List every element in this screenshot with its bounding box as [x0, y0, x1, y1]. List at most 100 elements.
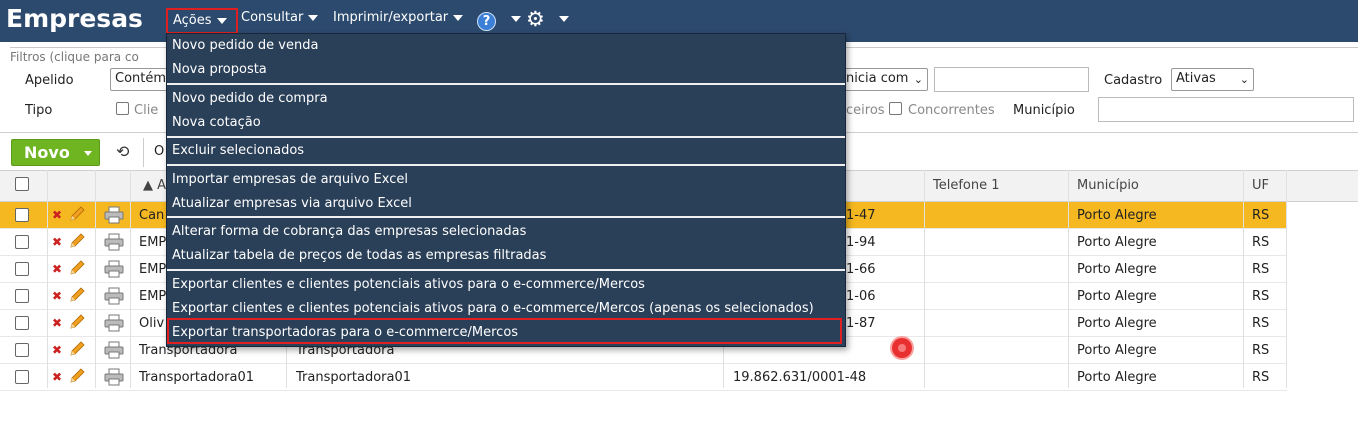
- cell-cnpj: 19.862.631/0001-48: [733, 370, 867, 385]
- column-divider: [1286, 170, 1287, 388]
- printer-icon[interactable]: [104, 233, 124, 251]
- edit-pencil-icon[interactable]: [68, 232, 86, 250]
- printer-icon[interactable]: [104, 287, 124, 305]
- edit-pencil-icon[interactable]: [68, 313, 86, 331]
- row-checkbox[interactable]: [15, 289, 29, 303]
- menu-item-novo-pedido-venda[interactable]: Novo pedido de venda: [172, 38, 318, 53]
- menu-item-exportar-clientes-selecionados[interactable]: Exportar clientes e clientes potenciais …: [172, 301, 814, 316]
- menu-divider: [167, 216, 845, 218]
- delete-icon[interactable]: ✖: [52, 208, 62, 222]
- delete-icon[interactable]: ✖: [52, 343, 62, 357]
- edit-pencil-icon[interactable]: [68, 367, 86, 385]
- edit-pencil-icon[interactable]: [68, 205, 86, 223]
- delete-icon[interactable]: ✖: [52, 235, 62, 249]
- column-header-apelido[interactable]: ▲ A: [143, 178, 166, 193]
- chevron-down-icon[interactable]: [511, 16, 521, 22]
- row-checkbox[interactable]: [15, 370, 29, 384]
- row-checkbox[interactable]: [15, 235, 29, 249]
- cell-uf: RS: [1252, 370, 1270, 385]
- chevron-down-icon[interactable]: [559, 16, 569, 22]
- cell-uf: RS: [1252, 343, 1270, 358]
- menu-acoes-label: Ações: [173, 13, 212, 28]
- row-checkbox[interactable]: [15, 316, 29, 330]
- refresh-icon[interactable]: ⟲: [116, 142, 129, 161]
- menu-item-nova-proposta[interactable]: Nova proposta: [172, 62, 267, 77]
- cell-apelido: EMP: [139, 235, 167, 250]
- clientes-checkbox-label: Clie: [134, 103, 159, 118]
- cadastro-label: Cadastro: [1104, 73, 1163, 88]
- menu-divider: [167, 269, 845, 271]
- column-divider: [924, 170, 925, 388]
- printer-icon[interactable]: [104, 368, 124, 386]
- cell-uf: RS: [1252, 235, 1270, 250]
- page-title: Empresas: [6, 4, 143, 33]
- printer-icon[interactable]: [104, 341, 124, 359]
- row-checkbox[interactable]: [15, 208, 29, 222]
- menu-item-novo-pedido-compra[interactable]: Novo pedido de compra: [172, 91, 328, 106]
- menu-consultar[interactable]: Consultar: [241, 10, 319, 25]
- novo-button-label: Novo: [24, 143, 70, 162]
- column-header-apelido-label: A: [157, 178, 167, 193]
- cell-cnpj: 1-47: [846, 208, 876, 223]
- printer-icon[interactable]: [104, 260, 124, 278]
- gear-icon[interactable]: ⚙: [526, 9, 545, 30]
- notification-dot-icon[interactable]: [892, 338, 912, 358]
- menu-item-exportar-transportadoras[interactable]: Exportar transportadoras para o e-commer…: [172, 325, 518, 340]
- toolbar-partial-text: O: [154, 144, 165, 159]
- cell-nome: Transportadora01: [296, 370, 412, 385]
- menu-acoes[interactable]: Ações: [166, 8, 238, 34]
- concorrentes-checkbox[interactable]: [889, 102, 902, 115]
- menu-item-importar-excel[interactable]: Importar empresas de arquivo Excel: [172, 172, 408, 187]
- column-divider: [130, 170, 131, 388]
- cell-apelido: Can: [139, 208, 165, 223]
- cadastro-value: Ativas: [1176, 71, 1216, 86]
- cell-cnpj: 1-06: [846, 289, 876, 304]
- table-row[interactable]: ✖ Transportadora01 Transportadora01 19.862.…: [0, 364, 1287, 391]
- edit-pencil-icon[interactable]: [68, 259, 86, 277]
- column-header-telefone[interactable]: Telefone 1: [933, 178, 1000, 193]
- column-divider: [47, 170, 48, 388]
- column-header-municipio[interactable]: Município: [1077, 178, 1139, 193]
- row-checkbox[interactable]: [15, 262, 29, 276]
- delete-icon[interactable]: ✖: [52, 262, 62, 276]
- clientes-checkbox[interactable]: [116, 102, 129, 115]
- delete-icon[interactable]: ✖: [52, 316, 62, 330]
- delete-icon[interactable]: ✖: [52, 370, 62, 384]
- menu-item-alterar-cobranca[interactable]: Alterar forma de cobrança das empresas s…: [172, 224, 526, 239]
- apelido-condition-select[interactable]: Contém: [110, 68, 170, 91]
- help-icon[interactable]: ?: [477, 12, 496, 31]
- municipio-filter-label: Município: [1013, 103, 1075, 118]
- apelido-label: Apelido: [25, 73, 74, 88]
- column-header-uf[interactable]: UF: [1252, 178, 1269, 193]
- row-checkbox[interactable]: [15, 343, 29, 357]
- delete-icon[interactable]: ✖: [52, 289, 62, 303]
- menu-divider: [167, 164, 845, 166]
- printer-icon[interactable]: [104, 314, 124, 332]
- select-all-checkbox[interactable]: [15, 177, 29, 191]
- cell-municipio: Porto Alegre: [1077, 316, 1157, 331]
- chevron-down-icon: [84, 151, 92, 156]
- menu-imprimir-exportar[interactable]: Imprimir/exportar: [333, 10, 464, 25]
- cell-uf: RS: [1252, 208, 1270, 223]
- cell-uf: RS: [1252, 289, 1270, 304]
- apelido-condition-value: Contém: [115, 71, 167, 86]
- printer-icon[interactable]: [104, 206, 124, 224]
- tipo-label: Tipo: [25, 103, 53, 118]
- second-condition-value: nicia com: [846, 71, 909, 86]
- novo-button[interactable]: Novo: [11, 139, 100, 166]
- edit-pencil-icon[interactable]: [68, 286, 86, 304]
- edit-pencil-icon[interactable]: [68, 340, 86, 358]
- menu-item-exportar-clientes[interactable]: Exportar clientes e clientes potenciais …: [172, 277, 645, 292]
- menu-imprimir-label: Imprimir/exportar: [333, 10, 449, 25]
- menu-item-atualizar-precos[interactable]: Atualizar tabela de preços de todas as e…: [172, 248, 546, 263]
- acoes-dropdown-menu: Novo pedido de venda Nova proposta Novo …: [166, 33, 846, 347]
- menu-item-nova-cotacao[interactable]: Nova cotação: [172, 115, 261, 130]
- municipio-filter-input[interactable]: [1098, 97, 1354, 122]
- cell-apelido: Transportadora01: [139, 370, 255, 385]
- menu-item-atualizar-excel[interactable]: Atualizar empresas via arquivo Excel: [172, 196, 412, 211]
- column-divider: [1243, 170, 1244, 388]
- cadastro-select[interactable]: Ativas ⌄: [1171, 68, 1254, 91]
- cell-municipio: Porto Alegre: [1077, 370, 1157, 385]
- second-filter-input[interactable]: [934, 67, 1089, 92]
- menu-item-excluir-selecionados[interactable]: Excluir selecionados: [172, 143, 304, 158]
